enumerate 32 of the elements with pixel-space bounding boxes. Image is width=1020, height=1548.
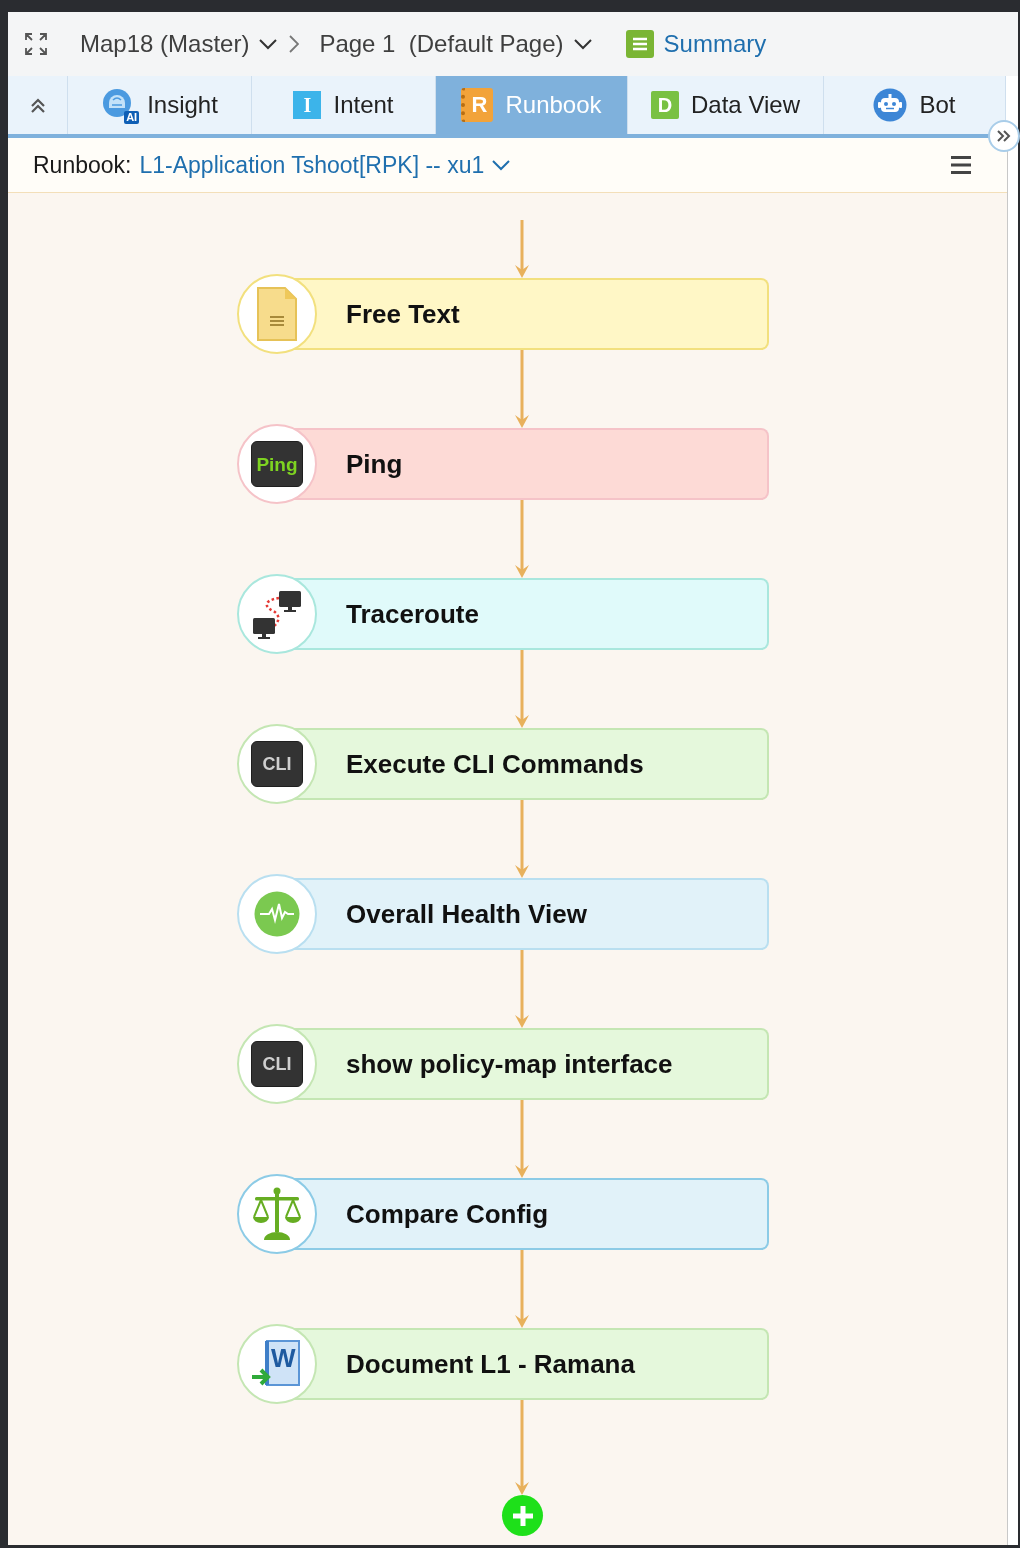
cli-logo: CLI (251, 1041, 303, 1087)
insight-logo: AI (101, 88, 136, 122)
menu-icon[interactable] (951, 156, 971, 174)
ping-logo: Ping (251, 441, 303, 487)
robot-icon (873, 88, 908, 122)
breadcrumb-dropdown[interactable]: Page 1 (Default Page) (319, 26, 592, 62)
tab[interactable]: D Data View (628, 76, 824, 134)
runbook-label: Runbook: (33, 150, 132, 180)
network-path-icon (251, 588, 303, 640)
chevron-down-icon (259, 38, 278, 50)
chevron-down-icon (573, 38, 592, 50)
runbook-dropdown[interactable]: L1-Application Tshoot[RPK] -- xu1 (139, 147, 511, 183)
plus-icon (511, 1504, 534, 1527)
note-icon (257, 287, 297, 341)
runbook-logo: R (461, 88, 494, 122)
intent-logo: I (293, 91, 322, 119)
tab[interactable]: Bot (824, 76, 1006, 134)
connector-arrow (514, 220, 530, 278)
summary-link[interactable]: Summary (625, 26, 767, 62)
tab[interactable]: AI Insight (68, 76, 252, 134)
double-chevron-right-icon (997, 130, 1011, 142)
word-export-logo: W (251, 1339, 303, 1389)
data-view-logo: D (651, 91, 679, 119)
chevron-right-icon (289, 35, 300, 53)
chevron-down-icon (492, 159, 511, 171)
tab[interactable]: I Intent (252, 76, 436, 134)
list-icon (625, 30, 654, 58)
heartbeat-icon (254, 891, 300, 937)
cli-logo: CLI (251, 741, 303, 787)
expand-icon[interactable] (24, 32, 48, 56)
expand-panel-button[interactable] (988, 120, 1020, 152)
breadcrumb-dropdown[interactable]: Map18 (Master) (80, 26, 278, 62)
